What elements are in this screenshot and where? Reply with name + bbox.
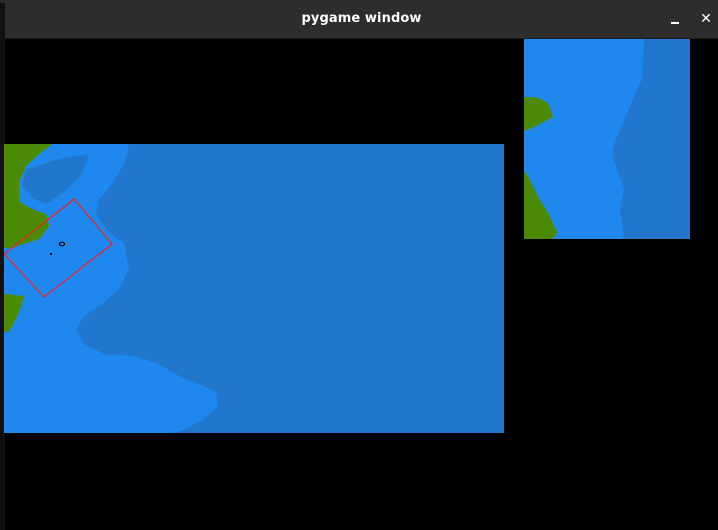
minimize-button[interactable] (665, 9, 685, 29)
game-canvas[interactable] (4, 39, 718, 530)
window-title: pygame window (301, 11, 422, 26)
minimize-icon (671, 22, 679, 24)
title-bar[interactable]: pygame window ✕ (5, 0, 718, 39)
main-map-svg (4, 144, 504, 433)
close-icon: ✕ (700, 11, 712, 27)
pygame-window[interactable]: pygame window ✕ (4, 0, 718, 530)
main-map-view[interactable] (4, 144, 504, 433)
desktop-screen: pygame window ✕ (0, 0, 718, 530)
minimap-view[interactable] (524, 39, 690, 239)
close-button[interactable]: ✕ (696, 9, 716, 29)
minimap-svg (524, 39, 690, 239)
